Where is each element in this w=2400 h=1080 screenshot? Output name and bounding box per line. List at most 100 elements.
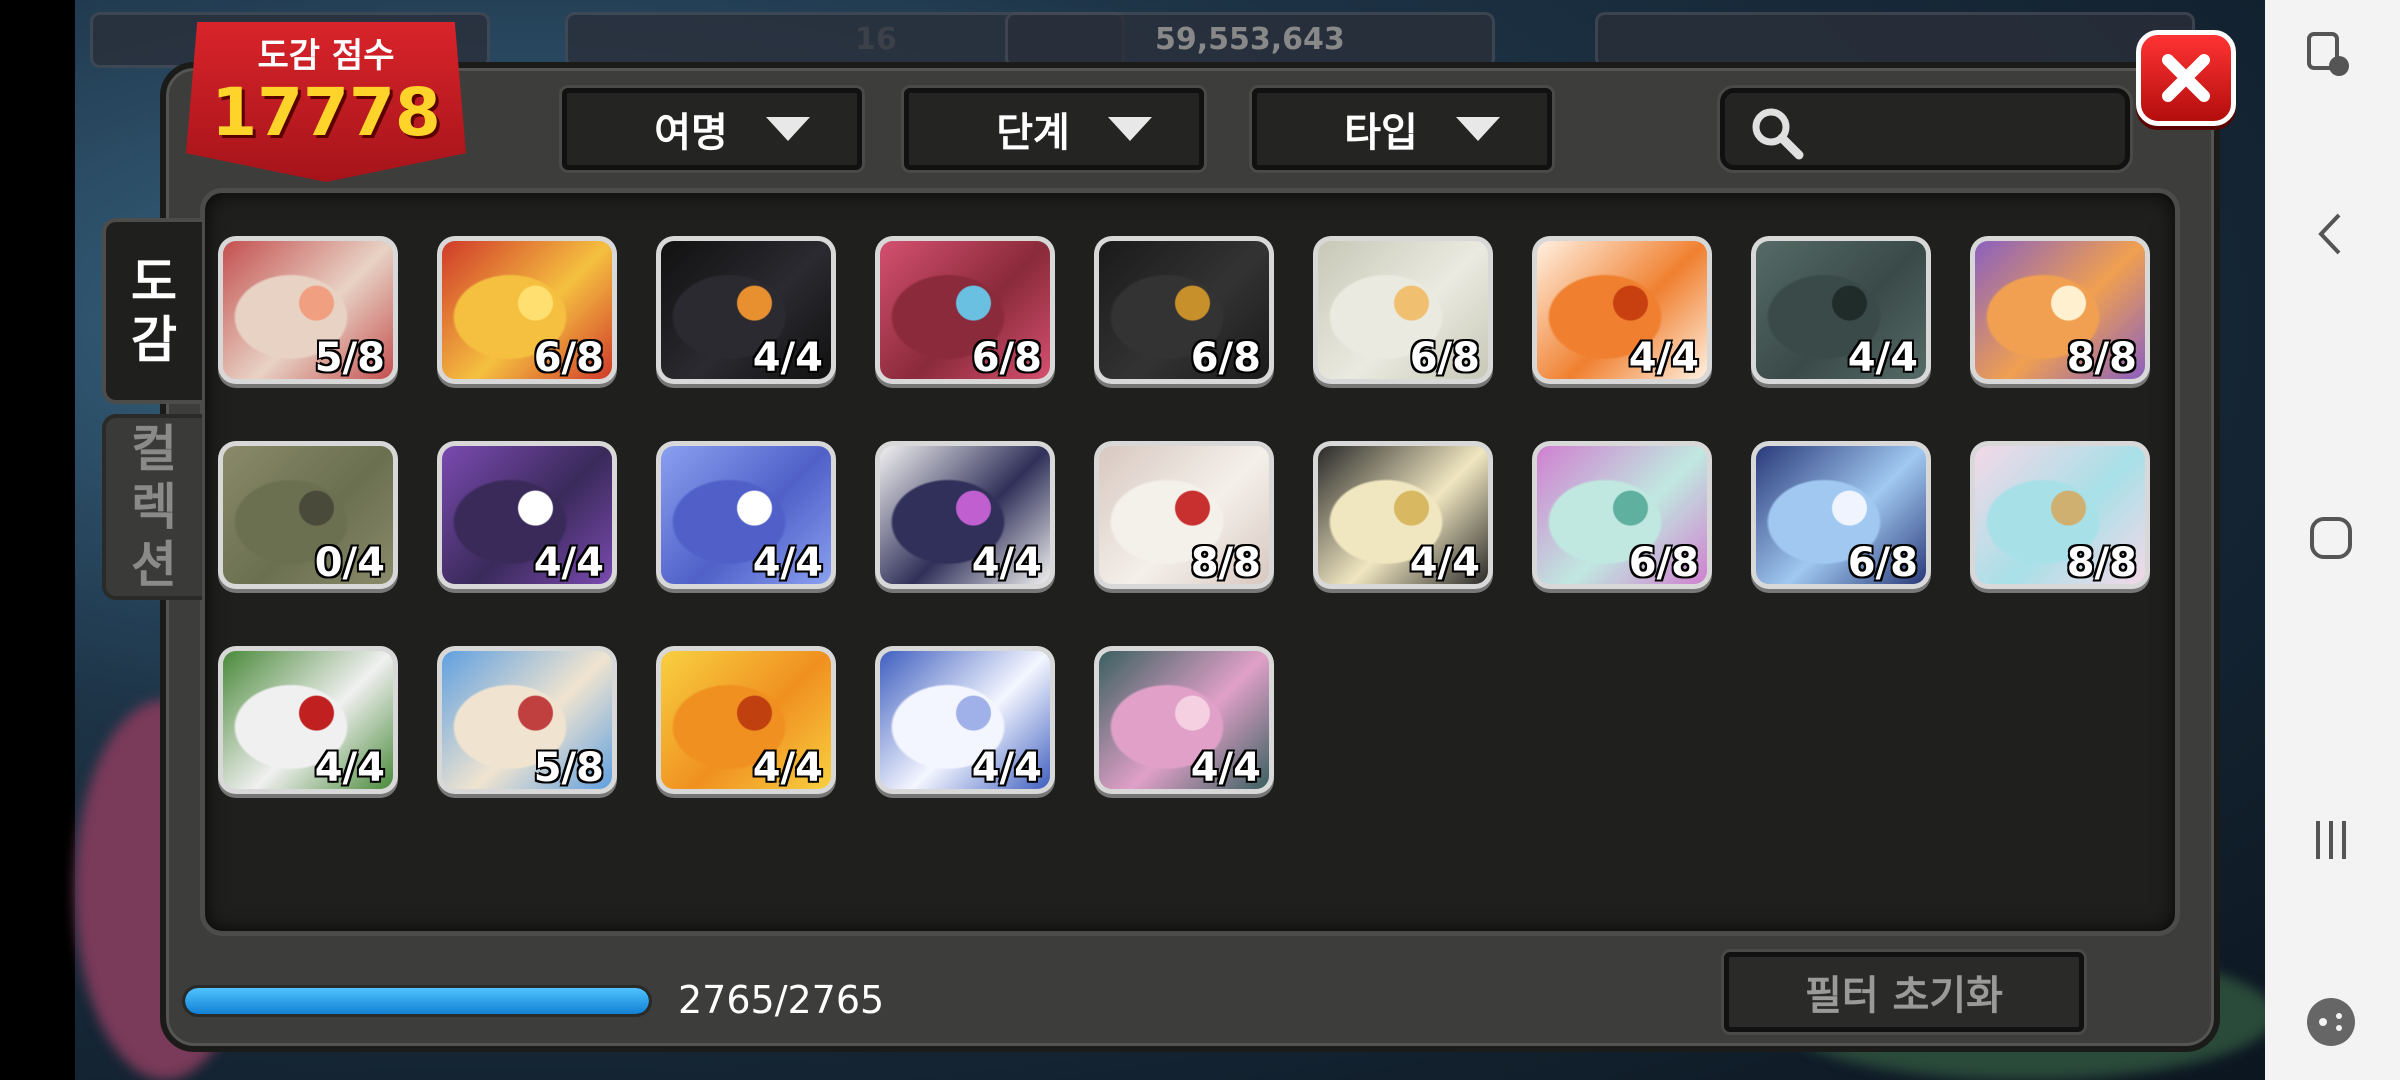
search-input[interactable] — [1720, 88, 2130, 170]
dragon-card[interactable]: 4/4 — [1532, 236, 1712, 384]
tab-label: 도 감 — [131, 253, 177, 369]
chevron-down-icon — [765, 117, 810, 141]
dragon-card[interactable]: 8/8 — [1094, 441, 1274, 589]
collection-score-badge: 도감 점수 17778 — [186, 22, 466, 182]
dragon-portrait: 4/4 — [661, 651, 831, 789]
card-count: 6/8 — [533, 335, 604, 379]
dragon-portrait: 6/8 — [1537, 446, 1707, 584]
dragon-portrait: 6/8 — [1756, 446, 1926, 584]
card-count: 5/8 — [533, 745, 604, 789]
back-icon[interactable] — [2303, 206, 2359, 262]
search-icon — [1752, 108, 1804, 160]
progress-text: 2765/2765 — [678, 978, 885, 1022]
dragon-card[interactable]: 6/8 — [437, 236, 617, 384]
dragon-portrait: 8/8 — [1975, 241, 2145, 379]
recent-apps-icon[interactable] — [2303, 812, 2359, 868]
card-count: 8/8 — [1190, 540, 1261, 584]
score-value: 17778 — [211, 74, 441, 151]
card-count: 5/8 — [314, 335, 385, 379]
home-icon[interactable] — [2303, 510, 2359, 566]
dragon-portrait: 5/8 — [223, 241, 393, 379]
dragon-card[interactable]: 0/4 — [218, 441, 398, 589]
dragon-card[interactable]: 4/4 — [1094, 646, 1274, 794]
card-count: 4/4 — [1409, 540, 1480, 584]
dragon-portrait: 4/4 — [1318, 446, 1488, 584]
dragon-portrait: 4/4 — [880, 651, 1050, 789]
game-tools-icon[interactable] — [2303, 994, 2359, 1050]
dragon-card[interactable]: 4/4 — [437, 441, 617, 589]
dragon-card[interactable]: 4/4 — [875, 441, 1055, 589]
dragon-card[interactable]: 6/8 — [1313, 236, 1493, 384]
dragon-portrait: 4/4 — [1756, 241, 1926, 379]
reset-filter-button[interactable]: 필터 초기화 — [1724, 952, 2084, 1032]
dragon-portrait: 4/4 — [661, 446, 831, 584]
card-count: 4/4 — [1190, 745, 1261, 789]
tab-label: 컬 렉 션 — [131, 420, 177, 594]
card-count: 4/4 — [314, 745, 385, 789]
dragon-card[interactable]: 8/8 — [1970, 441, 2150, 589]
dragon-card[interactable]: 6/8 — [875, 236, 1055, 384]
dropdown-label: 단계 — [996, 110, 1070, 156]
dragon-portrait: 5/8 — [442, 651, 612, 789]
game-screen: 16 59,553,643 도 감 컬 렉 션 도감 점수 17778 여명 — [0, 0, 2400, 1080]
touch-assist-icon[interactable] — [2303, 28, 2359, 84]
card-count: 4/4 — [971, 745, 1042, 789]
dragon-portrait: 6/8 — [1099, 241, 1269, 379]
dragon-card[interactable]: 8/8 — [1970, 236, 2150, 384]
dragon-card[interactable]: 4/4 — [656, 236, 836, 384]
dragon-card[interactable]: 6/8 — [1751, 441, 1931, 589]
chevron-down-icon — [1107, 117, 1152, 141]
dragon-card[interactable]: 6/8 — [1532, 441, 1712, 589]
tab-collection[interactable]: 컬 렉 션 — [102, 414, 202, 600]
dragon-portrait: 4/4 — [442, 446, 612, 584]
dragon-portrait: 0/4 — [223, 446, 393, 584]
card-count: 4/4 — [752, 540, 823, 584]
score-label: 도감 점수 — [257, 36, 395, 76]
chevron-down-icon — [1455, 117, 1500, 141]
dragon-portrait: 4/4 — [880, 446, 1050, 584]
dragon-portrait: 6/8 — [1318, 241, 1488, 379]
type-filter-dropdown[interactable]: 타입 — [1252, 88, 1552, 170]
dragon-portrait: 4/4 — [661, 241, 831, 379]
dragon-portrait: 8/8 — [1975, 446, 2145, 584]
dragon-card[interactable]: 5/8 — [218, 236, 398, 384]
dragon-portrait: 4/4 — [1537, 241, 1707, 379]
reset-filter-label: 필터 초기화 — [1805, 973, 2003, 1019]
dragon-portrait: 6/8 — [442, 241, 612, 379]
card-count: 6/8 — [1847, 540, 1918, 584]
tab-collection-book[interactable]: 도 감 — [102, 218, 202, 404]
dragon-card[interactable]: 4/4 — [656, 441, 836, 589]
dragon-portrait: 4/4 — [1099, 651, 1269, 789]
card-count: 8/8 — [2066, 335, 2137, 379]
card-count: 4/4 — [752, 745, 823, 789]
stage-filter-dropdown[interactable]: 단계 — [904, 88, 1204, 170]
close-button[interactable] — [2136, 30, 2236, 126]
dragon-card[interactable]: 4/4 — [1313, 441, 1493, 589]
card-count: 8/8 — [2066, 540, 2137, 584]
attribute-filter-dropdown[interactable]: 여명 — [562, 88, 862, 170]
card-count: 4/4 — [971, 540, 1042, 584]
collection-progress-bar — [182, 985, 652, 1017]
dragon-card[interactable]: 4/4 — [1751, 236, 1931, 384]
card-count: 6/8 — [1409, 335, 1480, 379]
hud-menu-bar — [1595, 12, 2195, 68]
dragon-card[interactable]: 4/4 — [218, 646, 398, 794]
dropdown-label: 타입 — [1344, 110, 1418, 156]
close-icon — [2162, 54, 2210, 102]
card-count: 4/4 — [533, 540, 604, 584]
dragon-portrait: 6/8 — [880, 241, 1050, 379]
dragon-portrait: 8/8 — [1099, 446, 1269, 584]
dragon-card[interactable]: 4/4 — [656, 646, 836, 794]
card-count: 6/8 — [1628, 540, 1699, 584]
dragon-card[interactable]: 6/8 — [1094, 236, 1274, 384]
card-count: 0/4 — [314, 540, 385, 584]
card-count: 6/8 — [1190, 335, 1261, 379]
card-count: 4/4 — [1847, 335, 1918, 379]
card-count: 6/8 — [971, 335, 1042, 379]
dragon-card[interactable]: 4/4 — [875, 646, 1055, 794]
card-count: 4/4 — [752, 335, 823, 379]
progress-fill — [185, 988, 649, 1014]
dropdown-label: 여명 — [654, 110, 728, 156]
dragon-portrait: 4/4 — [223, 651, 393, 789]
dragon-card[interactable]: 5/8 — [437, 646, 617, 794]
